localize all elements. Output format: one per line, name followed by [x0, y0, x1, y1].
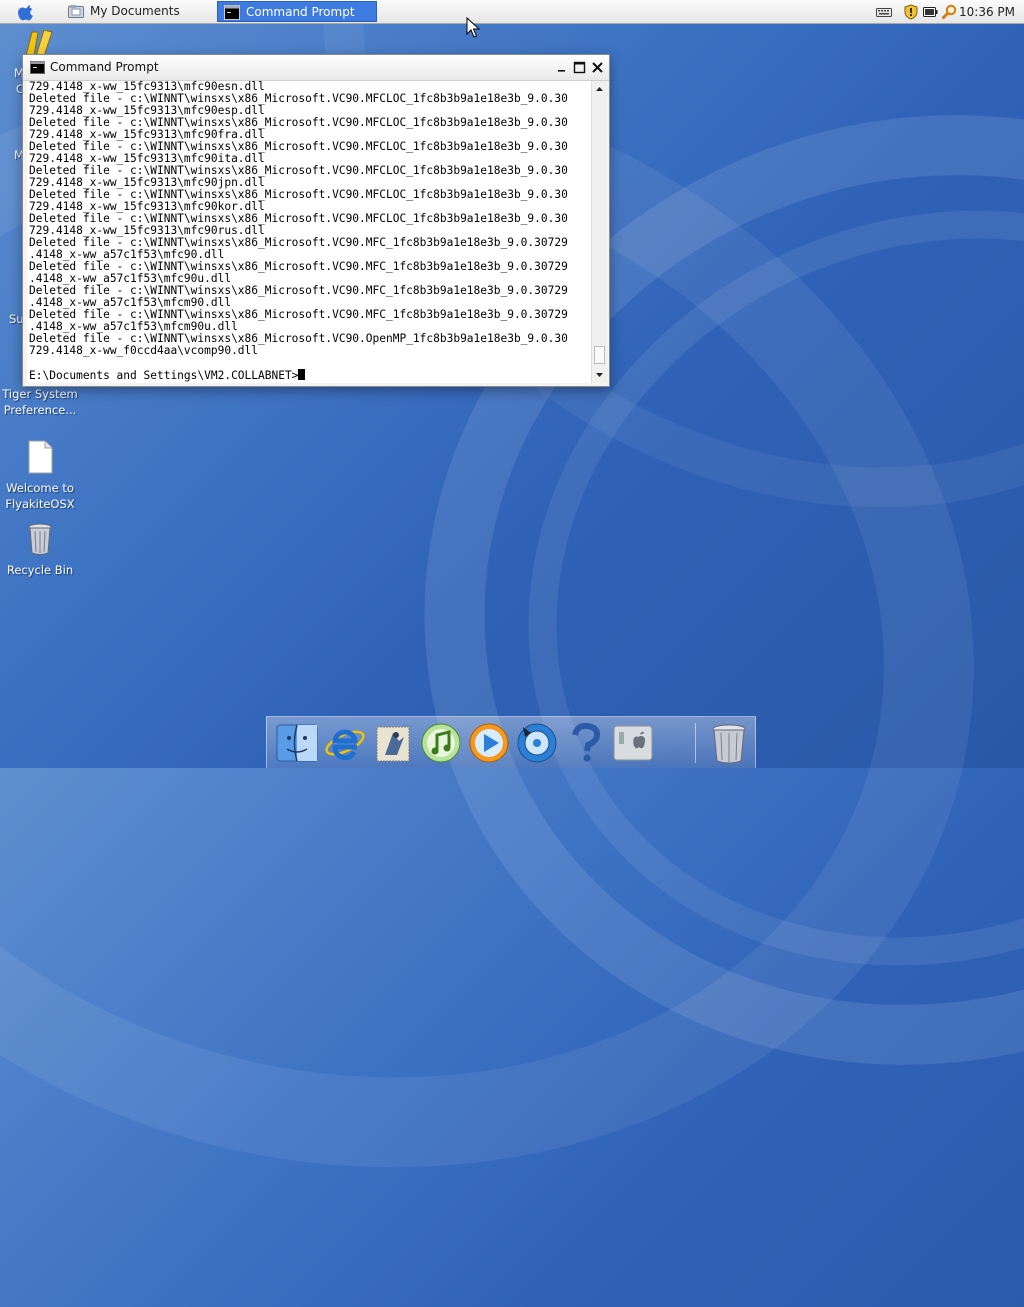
security-shield-icon[interactable]: [903, 4, 919, 20]
taskbar-item-my-documents[interactable]: My Documents: [62, 1, 212, 22]
scroll-down-button[interactable]: [593, 368, 606, 381]
command-prompt-window[interactable]: Command Prompt 729.4148_x-ww_15fc9313\mf…: [22, 54, 610, 387]
trash-icon: [28, 523, 52, 555]
search-icon[interactable]: [941, 4, 957, 20]
maximize-icon: [573, 61, 586, 74]
console-icon: [224, 5, 240, 20]
finder-icon[interactable]: [275, 721, 319, 765]
vertical-scrollbar[interactable]: [591, 81, 607, 383]
clock[interactable]: 10:36 PM: [959, 0, 1015, 24]
document-icon: [28, 440, 53, 474]
internet-explorer-icon[interactable]: [323, 721, 367, 765]
console-output[interactable]: 729.4148_x-ww_15fc9313\mfc90esn.dll Dele…: [27, 81, 591, 383]
menu-bar: My Documents Command Prompt 10:36 PM: [0, 0, 1024, 24]
scroll-up-button[interactable]: [593, 83, 606, 96]
console-prompt: E:\Documents and Settings\VM2.COLLABNET>: [29, 369, 299, 382]
trash-icon[interactable]: [707, 721, 751, 765]
desktop-icon-label: Tiger System Preference...: [2, 387, 78, 417]
folder-icon: [68, 5, 84, 18]
close-button[interactable]: [590, 60, 605, 75]
desktop-icon-recycle-bin[interactable]: Recycle Bin: [0, 522, 80, 578]
keyboard-icon[interactable]: [876, 4, 892, 20]
console-line: 729.4148_x-ww_f0ccd4aa\vcomp90.dll: [29, 344, 259, 357]
console-icon: [30, 61, 45, 74]
itunes-icon[interactable]: [419, 721, 463, 765]
battery-icon[interactable]: [922, 4, 938, 20]
console-prompt-line[interactable]: E:\Documents and Settings\VM2.COLLABNET>: [27, 369, 591, 382]
desktop-icon-label: Welcome to FlyakiteOSX: [5, 481, 75, 511]
mouse-pointer-icon: [466, 17, 480, 38]
apple-menu-icon[interactable]: [18, 3, 36, 21]
close-icon: [592, 62, 603, 73]
taskbar-item-command-prompt[interactable]: Command Prompt: [217, 1, 377, 22]
taskbar-item-label: Command Prompt: [246, 5, 355, 19]
scrollbar-thumb[interactable]: [594, 346, 605, 364]
window-title-bar[interactable]: Command Prompt: [23, 55, 609, 81]
minimize-button[interactable]: [554, 60, 569, 75]
desktop-icon-label: Recycle Bin: [6, 563, 74, 577]
maximize-button[interactable]: [572, 60, 587, 75]
desktop-icon-welcome[interactable]: Welcome to FlyakiteOSX: [0, 440, 80, 512]
desktop-folder-icon[interactable]: [22, 30, 56, 56]
system-preferences-icon[interactable]: [611, 721, 655, 765]
media-player-icon[interactable]: [467, 721, 511, 765]
minimize-icon: [558, 70, 565, 72]
dock-separator: [695, 723, 696, 763]
help-icon[interactable]: [563, 721, 607, 765]
window-title: Command Prompt: [50, 60, 159, 74]
arrow-down-icon: [596, 373, 603, 377]
dock: [266, 716, 756, 768]
dvd-player-icon[interactable]: [515, 721, 559, 765]
text-cursor: [298, 369, 306, 380]
mail-icon[interactable]: [371, 721, 415, 765]
arrow-up-icon: [596, 87, 603, 91]
desktop-icon-system-preferences[interactable]: Tiger System Preference...: [0, 386, 80, 418]
taskbar-item-label: My Documents: [90, 4, 180, 18]
